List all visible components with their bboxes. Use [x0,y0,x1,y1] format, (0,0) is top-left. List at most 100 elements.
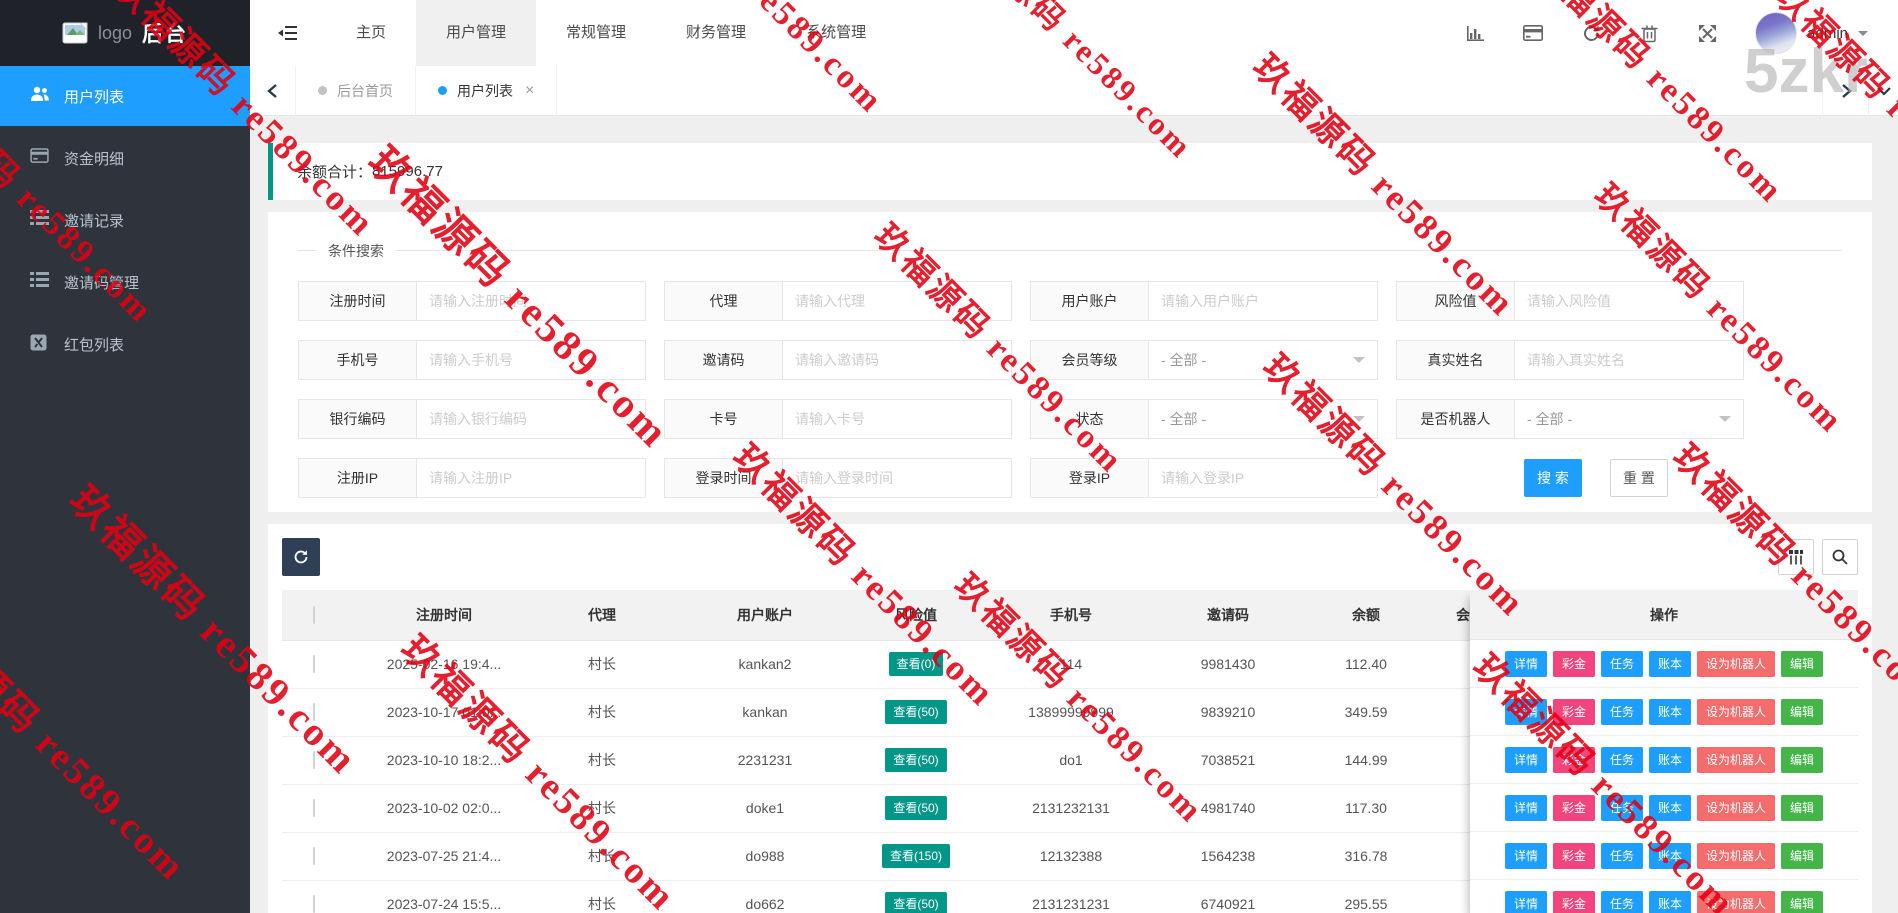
row-checkbox[interactable] [313,751,315,769]
nav-item-用户管理[interactable]: 用户管理 [416,0,536,66]
detail-button[interactable]: 详情 [1505,699,1547,725]
detail-button[interactable]: 详情 [1505,747,1547,773]
select-状态[interactable]: - 全部 - [1148,399,1378,439]
ledger-button[interactable]: 账本 [1649,699,1691,725]
tab-用户列表[interactable]: 用户列表× [416,66,557,115]
task-button[interactable]: 任务 [1601,699,1643,725]
ledger-button[interactable]: 账本 [1649,747,1691,773]
select-all-checkbox[interactable] [313,606,315,624]
input-手机号[interactable] [416,340,646,380]
reset-button[interactable]: 重 置 [1610,459,1668,497]
sidebar-item-红包列表[interactable]: 红包列表 [0,314,250,374]
edit-button[interactable]: 编辑 [1781,795,1823,821]
nav-item-财务管理[interactable]: 财务管理 [656,0,776,66]
task-button[interactable]: 任务 [1601,891,1643,913]
cell-phone: do1 [964,736,1178,784]
input-注册IP[interactable] [416,458,646,498]
fullscreen-icon[interactable] [1697,23,1717,43]
sidebar-collapse-button[interactable] [250,0,326,66]
chevron-down-icon [1858,31,1868,41]
tabs-scroll-left-button[interactable] [250,66,296,116]
set-robot-button[interactable]: 设为机器人 [1697,843,1775,869]
tabs-menu-button[interactable] [1868,66,1898,116]
set-robot-button[interactable]: 设为机器人 [1697,795,1775,821]
edit-button[interactable]: 编辑 [1781,891,1823,913]
input-卡号[interactable] [782,399,1012,439]
ledger-button[interactable]: 账本 [1649,651,1691,677]
view-risk-button[interactable]: 查看(50) [885,796,946,820]
columns-filter-button[interactable] [1778,539,1814,575]
tabs-scroll-right-button[interactable] [1822,66,1868,116]
bonus-button[interactable]: 彩金 [1553,795,1595,821]
row-checkbox[interactable] [313,847,315,865]
trash-icon[interactable] [1639,23,1659,43]
row-checkbox[interactable] [313,655,315,673]
sidebar-item-资金明细[interactable]: 资金明细 [0,128,250,188]
detail-button[interactable]: 详情 [1505,651,1547,677]
card-icon[interactable] [1523,23,1543,43]
input-代理[interactable] [782,281,1012,321]
nav-item-主页[interactable]: 主页 [326,0,416,66]
nav-item-常规管理[interactable]: 常规管理 [536,0,656,66]
task-button[interactable]: 任务 [1601,747,1643,773]
refresh-table-button[interactable] [282,538,320,576]
user-menu[interactable]: admin [1755,12,1868,54]
row-checkbox[interactable] [313,703,315,721]
field-label: 会员等级 [1030,340,1148,380]
detail-button[interactable]: 详情 [1505,843,1547,869]
row-actions: 详情彩金任务账本设为机器人编辑 [1470,688,1858,736]
row-checkbox[interactable] [313,799,315,817]
view-risk-button[interactable]: 查看(50) [885,700,946,724]
sidebar-item-邀请码管理[interactable]: 邀请码管理 [0,252,250,312]
tab-后台首页[interactable]: 后台首页 [296,66,416,115]
bonus-button[interactable]: 彩金 [1553,843,1595,869]
set-robot-button[interactable]: 设为机器人 [1697,747,1775,773]
edit-button[interactable]: 编辑 [1781,843,1823,869]
sidebar-item-用户列表[interactable]: 用户列表 [0,66,250,126]
input-登录IP[interactable] [1148,458,1378,498]
input-注册时间[interactable] [416,281,646,321]
detail-button[interactable]: 详情 [1505,795,1547,821]
bonus-button[interactable]: 彩金 [1553,891,1595,913]
cell-balance: 144.99 [1278,736,1454,784]
search-button[interactable]: 搜 索 [1524,459,1582,497]
close-tab-icon[interactable]: × [525,82,534,100]
edit-button[interactable]: 编辑 [1781,699,1823,725]
sidebar-item-邀请记录[interactable]: 邀请记录 [0,190,250,250]
input-风险值[interactable] [1514,281,1744,321]
task-button[interactable]: 任务 [1601,795,1643,821]
search-table-button[interactable] [1822,539,1858,575]
bonus-button[interactable]: 彩金 [1553,651,1595,677]
chart-icon[interactable] [1465,23,1485,43]
select-是否机器人[interactable]: - 全部 - [1514,399,1744,439]
input-用户账户[interactable] [1148,281,1378,321]
bonus-button[interactable]: 彩金 [1553,747,1595,773]
view-risk-button[interactable]: 查看(150) [882,844,950,868]
set-robot-button[interactable]: 设为机器人 [1697,699,1775,725]
edit-button[interactable]: 编辑 [1781,651,1823,677]
view-risk-button[interactable]: 查看(50) [885,892,946,913]
row-checkbox[interactable] [313,895,315,913]
set-robot-button[interactable]: 设为机器人 [1697,891,1775,913]
input-银行编码[interactable] [416,399,646,439]
task-button[interactable]: 任务 [1601,651,1643,677]
input-真实姓名[interactable] [1514,340,1744,380]
view-risk-button[interactable]: 查看(50) [885,748,946,772]
refresh-icon[interactable] [1581,23,1601,43]
ledger-button[interactable]: 账本 [1649,843,1691,869]
field-label: 状态 [1030,399,1148,439]
action-column: 操作详情彩金任务账本设为机器人编辑详情彩金任务账本设为机器人编辑详情彩金任务账本… [1470,590,1858,913]
detail-button[interactable]: 详情 [1505,891,1547,913]
input-邀请码[interactable] [782,340,1012,380]
bonus-button[interactable]: 彩金 [1553,699,1595,725]
set-robot-button[interactable]: 设为机器人 [1697,651,1775,677]
input-登录时间[interactable] [782,458,1012,498]
select-会员等级[interactable]: - 全部 - [1148,340,1378,380]
cell-account: doke1 [662,784,868,832]
ledger-button[interactable]: 账本 [1649,795,1691,821]
task-button[interactable]: 任务 [1601,843,1643,869]
view-risk-button[interactable]: 查看(0) [889,652,944,676]
ledger-button[interactable]: 账本 [1649,891,1691,913]
edit-button[interactable]: 编辑 [1781,747,1823,773]
nav-item-系统管理[interactable]: 系统管理 [776,0,896,66]
